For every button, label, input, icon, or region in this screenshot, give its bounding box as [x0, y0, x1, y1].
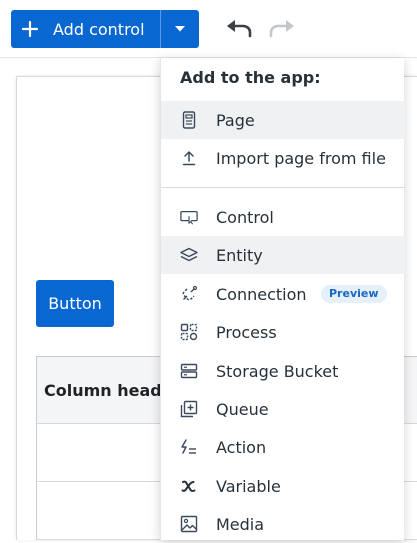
add-control-button[interactable]: Add control [11, 10, 160, 48]
plus-icon [21, 20, 39, 38]
menu-item-label: Storage Bucket [216, 361, 339, 381]
menu-item-import-page[interactable]: Import page from file [161, 139, 405, 177]
add-control-label: Add control [53, 19, 145, 39]
undo-button[interactable] [224, 14, 254, 44]
menu-item-storage-bucket[interactable]: Storage Bucket [161, 352, 405, 390]
redo-button[interactable] [267, 14, 297, 44]
menu-item-label: Media [216, 514, 265, 534]
variable-icon [180, 477, 198, 495]
menu-item-label: Connection [216, 284, 307, 304]
menu-divider [161, 187, 405, 188]
menu-item-label: Import page from file [216, 148, 386, 168]
menu-item-label: Variable [216, 476, 281, 496]
menu-item-label: Process [216, 322, 277, 342]
layers-icon [180, 246, 198, 264]
control-icon [180, 208, 198, 226]
menu-item-media[interactable]: Media [161, 505, 405, 543]
queue-icon [180, 400, 198, 418]
menu-item-label: Action [216, 437, 267, 457]
menu-item-variable[interactable]: Variable [161, 467, 405, 505]
menu-item-page[interactable]: Page [161, 101, 405, 139]
menu-item-label: Entity [216, 245, 263, 265]
caret-down-icon [174, 25, 186, 33]
dropdown-header: Add to the app: [180, 68, 321, 87]
add-control-dropdown-toggle[interactable] [161, 10, 199, 48]
redo-icon [268, 19, 296, 39]
add-control-dropdown-menu: Add to the app: Page Import page from fi… [160, 58, 405, 543]
menu-item-action[interactable]: Action [161, 428, 405, 466]
menu-item-entity[interactable]: Entity [161, 236, 405, 274]
menu-item-queue[interactable]: Queue [161, 390, 405, 428]
menu-item-label: Control [216, 207, 274, 227]
undo-icon [225, 19, 253, 39]
canvas-button-control[interactable]: Button [36, 280, 114, 327]
action-icon [180, 438, 198, 456]
menu-item-label: Page [216, 110, 255, 130]
upload-icon [180, 149, 198, 167]
page-icon [180, 111, 198, 129]
menu-item-process[interactable]: Process [161, 313, 405, 351]
connection-icon [180, 285, 198, 303]
toolbar: Add control [0, 0, 417, 58]
add-control-split-button: Add control [11, 10, 199, 48]
media-icon [180, 515, 198, 533]
menu-item-control[interactable]: Control [161, 198, 405, 236]
storage-icon [180, 362, 198, 380]
process-icon [180, 323, 198, 341]
preview-badge: Preview [321, 285, 387, 303]
menu-item-connection[interactable]: Connection Preview [161, 275, 405, 313]
menu-item-label: Queue [216, 399, 269, 419]
